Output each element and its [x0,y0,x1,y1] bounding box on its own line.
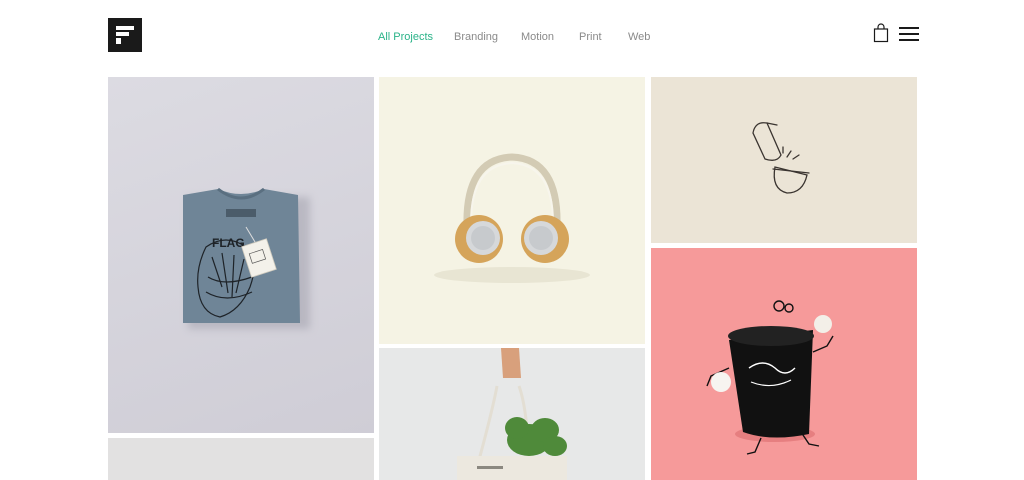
site-header: All Projects Branding Motion Print Web [0,0,1024,72]
shirt-print-text: FLAG [212,236,245,250]
filter-print[interactable]: Print [579,31,602,43]
project-tile-tote-bag[interactable] [379,348,645,480]
hamburger-menu-icon[interactable] [899,27,919,43]
project-tile-pouring-cup[interactable] [651,77,917,243]
filter-all-projects[interactable]: All Projects [378,31,433,43]
filter-web[interactable]: Web [628,31,650,43]
filter-motion[interactable]: Motion [521,31,554,43]
project-tile-t-shirt[interactable]: FLAG [108,77,374,433]
shopping-bag-icon[interactable] [873,23,889,43]
filter-branding[interactable]: Branding [454,31,498,43]
project-tile-bucket[interactable] [651,248,917,480]
brand-logo-icon[interactable] [108,18,142,52]
project-tile-headphones[interactable] [379,77,645,344]
project-tile-partial[interactable] [108,438,374,480]
